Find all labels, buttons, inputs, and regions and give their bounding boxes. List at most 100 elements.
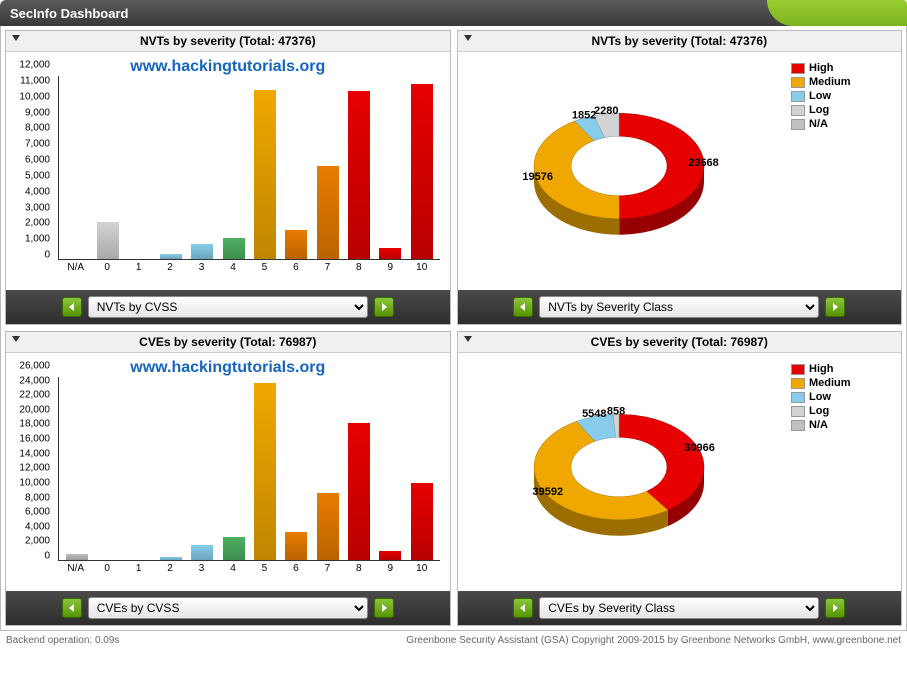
donut-value-label: 30966 xyxy=(685,442,716,454)
next-button[interactable] xyxy=(825,598,845,618)
x-label: 7 xyxy=(312,262,343,273)
panel-menu-caret-icon[interactable] xyxy=(12,35,20,41)
y-tick: 6,000 xyxy=(25,155,50,166)
panel-header: CVEs by severity (Total: 76987) xyxy=(6,332,450,353)
prev-button[interactable] xyxy=(62,598,82,618)
x-label: 1 xyxy=(123,262,154,273)
prev-button[interactable] xyxy=(62,297,82,317)
bar xyxy=(317,166,339,259)
bar xyxy=(285,532,307,560)
panel-body: 30966 39592 5548858 High Medium Low Log N/A xyxy=(458,353,902,591)
donut-chart: 236681957618522280 xyxy=(469,56,779,286)
y-tick: 6,000 xyxy=(25,507,50,518)
bar xyxy=(317,493,339,560)
bar xyxy=(66,554,88,560)
legend-swatch xyxy=(791,392,805,403)
chart-type-select[interactable]: CVEs by Severity Class xyxy=(539,597,819,619)
x-label: 6 xyxy=(280,563,311,574)
y-tick: 0 xyxy=(44,551,50,562)
x-label: 10 xyxy=(406,262,437,273)
legend-label: N/A xyxy=(809,118,828,130)
legend-item: Medium xyxy=(791,377,895,389)
donut-value-label: 5548 xyxy=(582,408,606,420)
y-tick: 10,000 xyxy=(19,91,50,102)
legend-label: Low xyxy=(809,90,831,102)
x-label: 8 xyxy=(343,563,374,574)
x-label: 2 xyxy=(154,262,185,273)
legend-label: Low xyxy=(809,391,831,403)
y-tick: 5,000 xyxy=(25,170,50,181)
y-tick: 4,000 xyxy=(25,186,50,197)
y-tick: 14,000 xyxy=(19,448,50,459)
legend-swatch xyxy=(791,105,805,116)
y-tick: 4,000 xyxy=(25,521,50,532)
bar xyxy=(191,244,213,259)
panel-title: NVTs by severity (Total: 47376) xyxy=(591,34,767,48)
y-tick: 9,000 xyxy=(25,107,50,118)
next-button[interactable] xyxy=(374,297,394,317)
prev-button[interactable] xyxy=(513,297,533,317)
y-tick: 26,000 xyxy=(19,361,50,372)
chart-panel: CVEs by severity (Total: 76987)www.hacki… xyxy=(5,331,451,626)
y-tick: 11,000 xyxy=(20,75,50,86)
bar xyxy=(348,91,370,259)
legend-label: Log xyxy=(809,104,829,116)
y-tick: 8,000 xyxy=(25,123,50,134)
legend-item: High xyxy=(791,62,895,74)
y-tick: 3,000 xyxy=(25,202,50,213)
legend-label: Log xyxy=(809,405,829,417)
legend-item: N/A xyxy=(791,419,895,431)
legend: High Medium Low Log N/A xyxy=(791,353,901,591)
y-tick: 12,000 xyxy=(19,463,50,474)
next-button[interactable] xyxy=(374,598,394,618)
next-button[interactable] xyxy=(825,297,845,317)
legend-item: N/A xyxy=(791,118,895,130)
legend-swatch xyxy=(791,364,805,375)
x-label: 4 xyxy=(217,563,248,574)
x-label: N/A xyxy=(60,262,91,273)
legend-label: Medium xyxy=(809,377,851,389)
x-label: N/A xyxy=(60,563,91,574)
y-tick: 0 xyxy=(44,250,50,261)
x-label: 9 xyxy=(375,262,406,273)
panel-menu-caret-icon[interactable] xyxy=(464,336,472,342)
donut-value-label: 1852 xyxy=(572,109,596,121)
bar xyxy=(379,248,401,259)
chart-type-select[interactable]: NVTs by Severity Class xyxy=(539,296,819,318)
panel-header: CVEs by severity (Total: 76987) xyxy=(458,332,902,353)
legend-item: Log xyxy=(791,405,895,417)
bar xyxy=(411,483,433,560)
bar xyxy=(191,545,213,560)
legend-swatch xyxy=(791,420,805,431)
x-label: 6 xyxy=(280,262,311,273)
legend: High Medium Low Log N/A xyxy=(791,52,901,290)
legend-swatch xyxy=(791,77,805,88)
prev-button[interactable] xyxy=(513,598,533,618)
chart-type-select[interactable]: NVTs by CVSS xyxy=(88,296,368,318)
bar xyxy=(379,551,401,560)
legend-label: N/A xyxy=(809,419,828,431)
x-label: 9 xyxy=(375,563,406,574)
legend-item: Low xyxy=(791,391,895,403)
legend-label: High xyxy=(809,363,833,375)
legend-label: Medium xyxy=(809,76,851,88)
y-tick: 18,000 xyxy=(19,419,50,430)
dashboard-header: SecInfo Dashboard xyxy=(0,0,907,26)
donut-value-label: 858 xyxy=(607,406,625,418)
panel-menu-caret-icon[interactable] xyxy=(12,336,20,342)
panel-menu-caret-icon[interactable] xyxy=(464,35,472,41)
x-label: 3 xyxy=(186,563,217,574)
donut-value-label: 39592 xyxy=(533,486,564,498)
legend-item: Medium xyxy=(791,76,895,88)
legend-item: Low xyxy=(791,90,895,102)
y-tick: 2,000 xyxy=(25,536,50,547)
y-tick: 22,000 xyxy=(19,390,50,401)
chart-type-select[interactable]: CVEs by CVSS xyxy=(88,597,368,619)
x-label: 8 xyxy=(343,262,374,273)
panel-body: www.hackingtutorials.org01,0002,0003,000… xyxy=(6,52,450,290)
bar xyxy=(254,383,276,560)
panel-footer: CVEs by CVSS xyxy=(6,591,450,625)
y-tick: 12,000 xyxy=(19,60,50,71)
y-tick: 24,000 xyxy=(19,375,50,386)
header-accent xyxy=(767,0,907,26)
